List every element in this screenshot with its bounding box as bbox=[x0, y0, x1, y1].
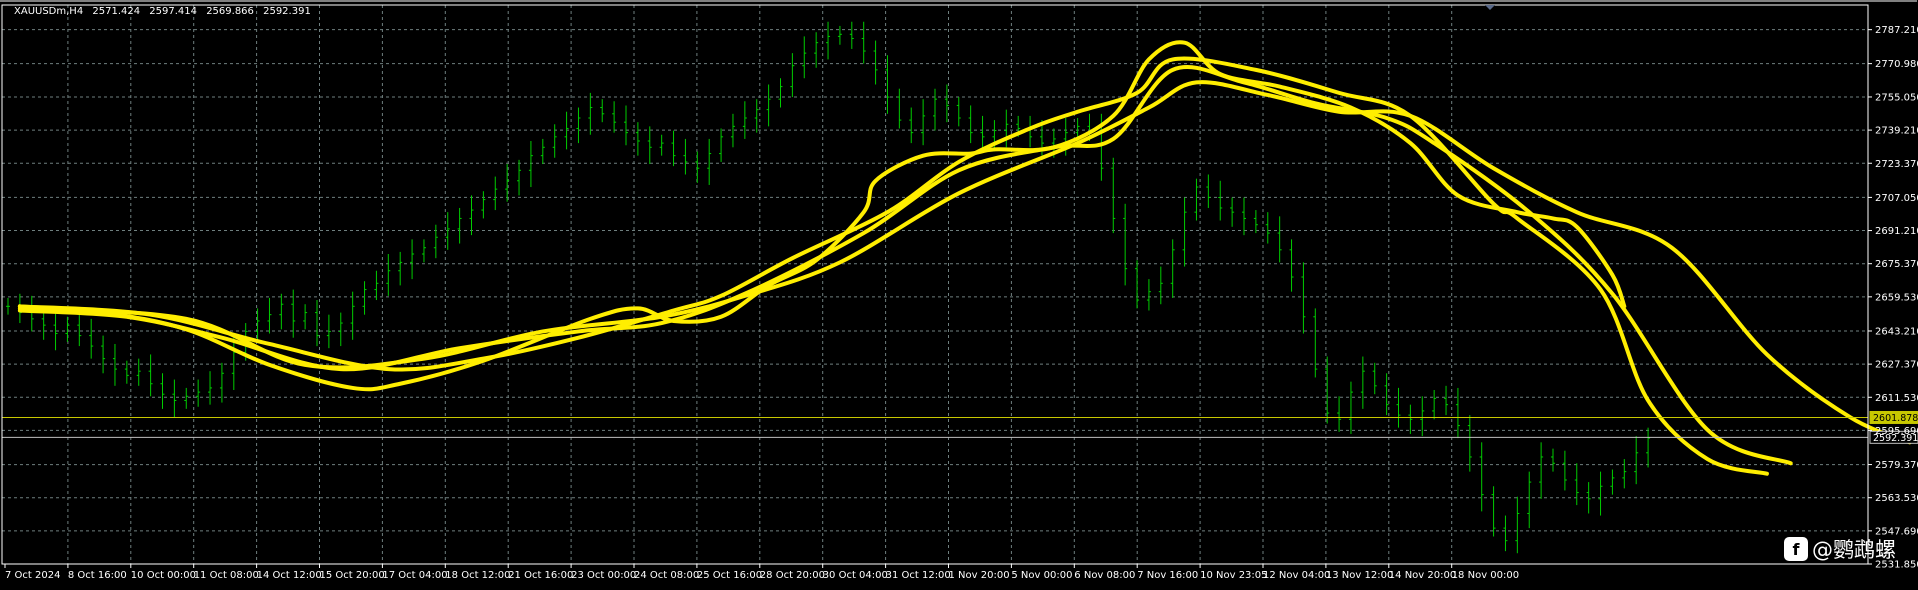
y-tick-label: 2563.530 bbox=[1875, 493, 1918, 504]
x-tick-label: 11 Oct 08:00 bbox=[194, 570, 259, 581]
close-price: 2592.391 bbox=[263, 6, 311, 17]
y-tick-label: 2707.050 bbox=[1875, 193, 1918, 204]
x-tick-label: 1 Nov 20:00 bbox=[949, 570, 1010, 581]
x-tick-label: 28 Oct 20:00 bbox=[760, 570, 825, 581]
x-tick-label: 21 Oct 16:00 bbox=[508, 570, 573, 581]
time-axis[interactable]: 7 Oct 2024 8 Oct 16:00 10 Oct 00:0011 Oct … bbox=[4, 564, 1519, 581]
price-chart[interactable]: 2601.8782592.391 2787.2102770.9802755.05… bbox=[0, 0, 1918, 590]
price-line-layer: 2601.8782592.391 bbox=[2, 410, 1918, 444]
y-tick-label: 2739.210 bbox=[1875, 126, 1918, 137]
x-tick-label: 14 Oct 12:00 bbox=[257, 570, 322, 581]
y-tick-label: 2675.370 bbox=[1875, 259, 1918, 270]
y-tick-label: 2579.370 bbox=[1875, 460, 1918, 471]
moving-average-line bbox=[17, 40, 1627, 392]
x-tick-label: 14 Nov 20:00 bbox=[1389, 570, 1456, 581]
moving-average-layer bbox=[17, 40, 1912, 476]
y-tick-label: 2595.690 bbox=[1875, 426, 1918, 437]
watermark-text: @鹦鹉螺 bbox=[1812, 538, 1896, 562]
y-tick-label: 2723.370 bbox=[1875, 159, 1918, 170]
low-price: 2569.866 bbox=[206, 6, 254, 17]
y-tick-label: 2770.980 bbox=[1875, 59, 1918, 70]
x-tick-label: 10 Nov 23:05 bbox=[1200, 570, 1267, 581]
x-tick-label: 8 Oct 16:00 bbox=[68, 570, 127, 581]
price-tag-label: 2601.878 bbox=[1873, 413, 1918, 424]
chart-frame bbox=[0, 0, 1917, 565]
x-tick-label: 24 Oct 08:00 bbox=[634, 570, 699, 581]
x-tick-label: 18 Nov 00:00 bbox=[1452, 570, 1519, 581]
x-tick-label: 30 Oct 04:00 bbox=[823, 570, 888, 581]
watermark: f @鹦鹉螺 bbox=[1784, 534, 1896, 564]
price-axis[interactable]: 2787.210 2770.980 2755.050 2739.210 2723.370… bbox=[1868, 25, 1918, 571]
x-tick-label: 5 Nov 00:00 bbox=[1011, 570, 1072, 581]
y-tick-label: 2611.530 bbox=[1875, 393, 1918, 404]
x-tick-label: 10 Oct 00:00 bbox=[131, 570, 196, 581]
y-tick-label: 2755.050 bbox=[1875, 92, 1918, 103]
moving-average-line bbox=[17, 80, 1912, 445]
shift-marker-icon bbox=[1485, 5, 1495, 10]
x-tick-label: 7 Nov 16:00 bbox=[1137, 570, 1198, 581]
high-price: 2597.414 bbox=[149, 6, 197, 17]
platform-logo-icon: f bbox=[1784, 537, 1808, 561]
y-tick-label: 2659.530 bbox=[1875, 292, 1918, 303]
x-tick-label: 18 Oct 12:00 bbox=[445, 570, 510, 581]
x-tick-label: 23 Oct 00:00 bbox=[571, 570, 636, 581]
x-tick-label: 6 Nov 08:00 bbox=[1074, 570, 1135, 581]
moving-average-line bbox=[17, 65, 1793, 466]
y-tick-label: 2643.210 bbox=[1875, 326, 1918, 337]
x-tick-label: 15 Oct 20:00 bbox=[320, 570, 385, 581]
symbol-name: XAUUSDm,H4 bbox=[14, 6, 84, 17]
symbol-ohlc-label: XAUUSDm,H4 2571.424 2597.414 2569.866 25… bbox=[14, 6, 317, 17]
y-tick-label: 2787.210 bbox=[1875, 25, 1918, 36]
x-tick-label: 17 Oct 04:00 bbox=[382, 570, 447, 581]
x-tick-label: 7 Oct 2024 bbox=[5, 570, 60, 581]
y-tick-label: 2691.210 bbox=[1875, 226, 1918, 237]
y-tick-label: 2627.370 bbox=[1875, 360, 1918, 371]
x-tick-label: 13 Nov 12:00 bbox=[1326, 570, 1393, 581]
x-tick-label: 25 Oct 16:00 bbox=[697, 570, 762, 581]
moving-average-line bbox=[17, 56, 1769, 476]
candle-layer bbox=[6, 21, 1651, 554]
chart-root[interactable]: 2601.878 2592.391 2787.210 2770.980 2755.05… bbox=[0, 0, 1918, 590]
x-tick-label: 31 Oct 12:00 bbox=[886, 570, 951, 581]
x-tick-label: 12 Nov 04:00 bbox=[1263, 570, 1330, 581]
open-price: 2571.424 bbox=[92, 6, 141, 17]
